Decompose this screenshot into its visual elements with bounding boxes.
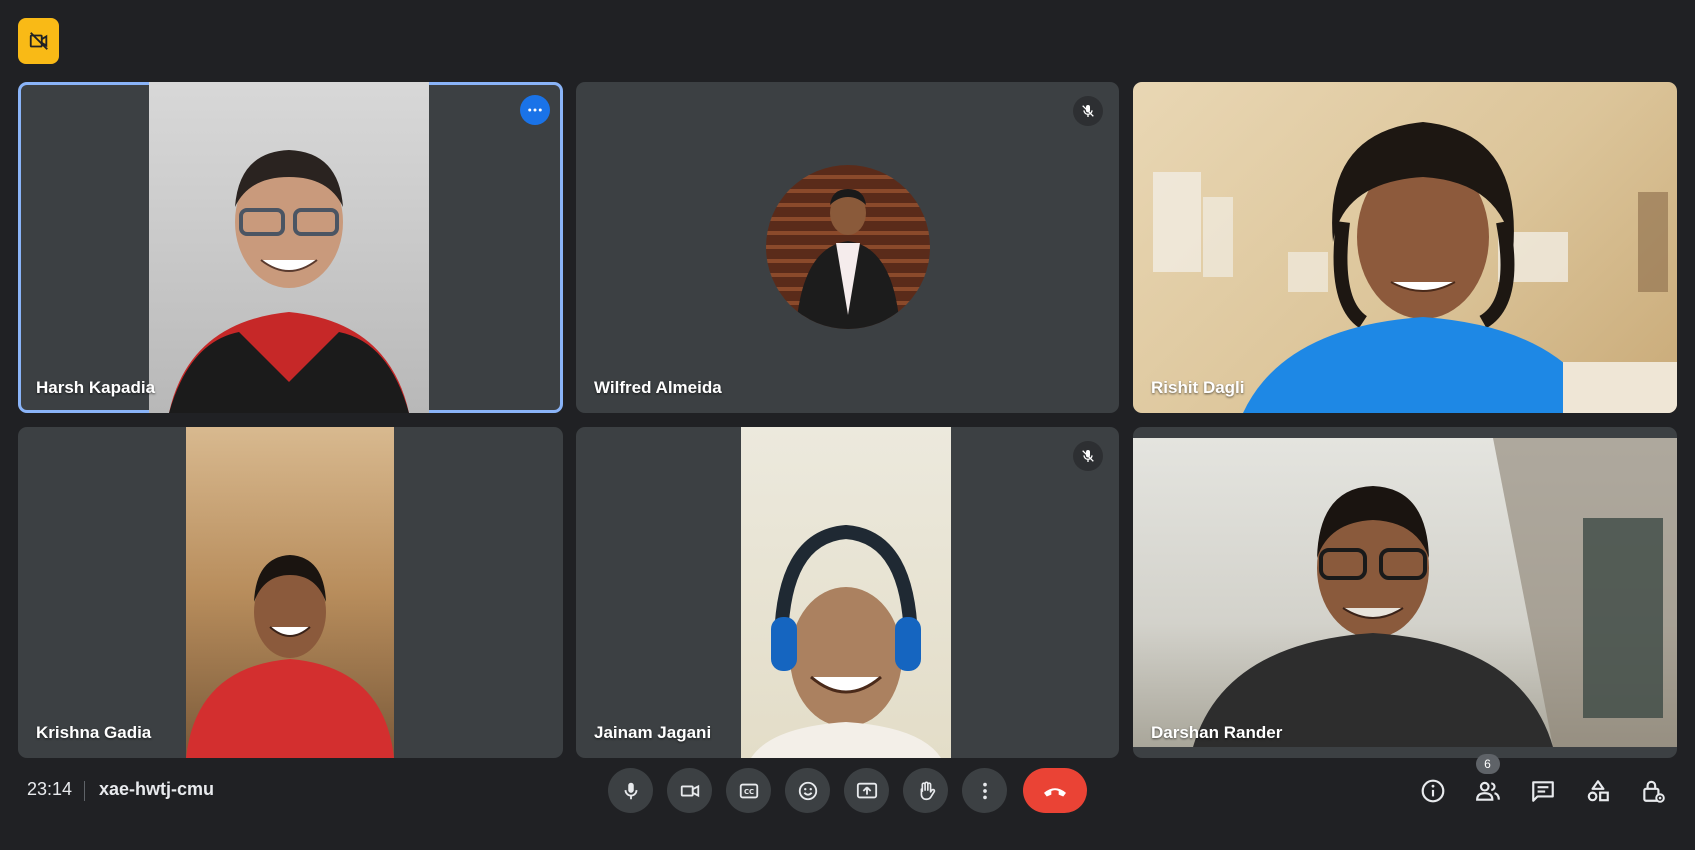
participant-name: Harsh Kapadia bbox=[36, 378, 156, 397]
participant-name: Rishit Dagli bbox=[1151, 378, 1245, 397]
call-controls: CC bbox=[608, 768, 1087, 813]
participant-name: Jainam Jagani bbox=[594, 723, 712, 742]
participant-tile-krishna-gadia[interactable]: Krishna Gadia bbox=[18, 427, 563, 758]
chat-icon bbox=[1531, 780, 1554, 802]
mic-icon bbox=[624, 782, 637, 799]
avatar bbox=[765, 165, 930, 329]
more-options-icon bbox=[982, 782, 987, 799]
more-horizontal-icon bbox=[528, 108, 542, 112]
participant-video bbox=[741, 427, 951, 758]
mic-off-indicator bbox=[1073, 96, 1103, 126]
raise-hand-button[interactable] bbox=[903, 768, 948, 813]
mic-off-icon bbox=[1082, 450, 1094, 462]
meeting-code[interactable]: xae-hwtj-cmu bbox=[99, 779, 214, 800]
participant-video bbox=[186, 427, 394, 758]
participant-tile-wilfred-almeida[interactable]: Wilfred Almeida bbox=[576, 82, 1119, 413]
svg-text:CC: CC bbox=[743, 788, 753, 796]
end-call-icon bbox=[1044, 787, 1066, 796]
camera-icon bbox=[680, 784, 699, 797]
host-controls-icon bbox=[1642, 780, 1665, 803]
more-options-button[interactable] bbox=[962, 768, 1007, 813]
mic-off-icon bbox=[1082, 105, 1094, 117]
camera-button[interactable] bbox=[667, 768, 712, 813]
participant-count-badge: 6 bbox=[1475, 754, 1500, 774]
more-options-button[interactable] bbox=[520, 95, 550, 125]
participant-grid: Harsh Kapadia Wilfred Almeida Rishit Dag… bbox=[18, 82, 1677, 758]
recording-badge[interactable] bbox=[18, 18, 59, 64]
participant-tile-jainam-jagani[interactable]: Jainam Jagani bbox=[576, 427, 1119, 758]
present-icon bbox=[856, 782, 877, 798]
meeting-toolbar: 23:14 xae-hwtj-cmu CC 6 bbox=[0, 754, 1695, 850]
side-controls: 6 bbox=[1410, 754, 1675, 813]
activities-button[interactable] bbox=[1575, 768, 1620, 813]
participant-tile-harsh-kapadia[interactable]: Harsh Kapadia bbox=[18, 82, 563, 413]
raise-hand-icon bbox=[920, 781, 935, 800]
mic-off-indicator bbox=[1073, 441, 1103, 471]
emoji-button[interactable] bbox=[785, 768, 830, 813]
activities-icon bbox=[1587, 779, 1609, 801]
present-button[interactable] bbox=[844, 768, 889, 813]
video-off-icon bbox=[29, 32, 48, 50]
info-icon bbox=[1421, 779, 1444, 802]
mic-button[interactable] bbox=[608, 768, 653, 813]
meeting-info-button[interactable] bbox=[1410, 768, 1455, 813]
captions-button[interactable]: CC bbox=[726, 768, 771, 813]
people-button[interactable]: 6 bbox=[1465, 754, 1510, 813]
participant-video bbox=[1133, 82, 1677, 413]
people-icon bbox=[1475, 781, 1500, 801]
end-call-button[interactable] bbox=[1023, 768, 1087, 813]
participant-name: Wilfred Almeida bbox=[594, 378, 722, 397]
meeting-time: 23:14 bbox=[27, 779, 73, 799]
participant-name: Krishna Gadia bbox=[36, 723, 152, 742]
participant-tile-darshan-rander[interactable]: Darshan Rander bbox=[1133, 427, 1677, 758]
participant-video bbox=[1133, 438, 1677, 747]
chat-button[interactable] bbox=[1520, 768, 1565, 813]
divider bbox=[84, 781, 85, 801]
emoji-icon bbox=[798, 781, 817, 800]
host-controls-button[interactable] bbox=[1630, 768, 1675, 813]
captions-icon: CC bbox=[739, 783, 758, 798]
participant-video bbox=[149, 82, 429, 413]
participant-name: Darshan Rander bbox=[1151, 723, 1283, 742]
participant-tile-rishit-dagli[interactable]: Rishit Dagli bbox=[1133, 82, 1677, 413]
